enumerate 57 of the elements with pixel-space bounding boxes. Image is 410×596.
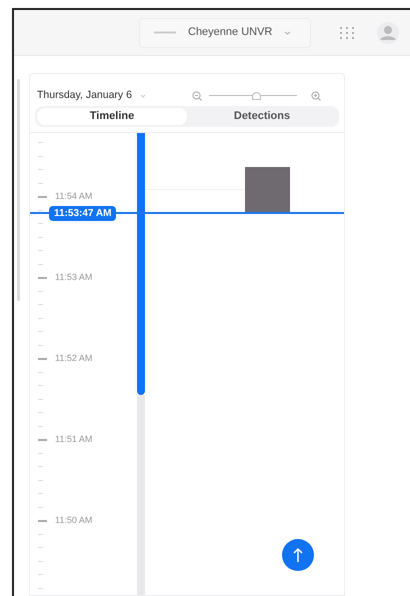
minor-tick xyxy=(38,331,43,332)
avatar-icon[interactable] xyxy=(377,22,399,44)
minor-tick xyxy=(38,426,43,427)
zoom-out-icon[interactable] xyxy=(192,90,202,101)
minor-tick xyxy=(38,480,43,481)
time-label: 11:50 AM xyxy=(55,514,92,527)
arrow-up-icon xyxy=(293,547,303,563)
chevron-down-icon xyxy=(140,94,146,98)
tab[interactable]: Timeline xyxy=(37,108,187,125)
minor-tick xyxy=(38,182,43,184)
app-grid-icon[interactable] xyxy=(339,26,355,40)
minor-tick xyxy=(38,412,43,414)
time-label: 11:51 AM xyxy=(55,433,92,446)
date-picker[interactable]: Thursday, January 6 xyxy=(37,88,146,104)
slider-thumb[interactable] xyxy=(252,92,262,100)
minor-tick xyxy=(38,156,43,157)
minor-tick xyxy=(38,372,43,373)
minor-tick xyxy=(38,588,43,589)
minor-tick xyxy=(38,142,43,144)
minor-tick xyxy=(38,574,43,576)
current-time-badge: 11:53:47 AM xyxy=(49,206,116,221)
minor-tick xyxy=(38,169,43,170)
major-tick xyxy=(38,358,47,360)
minor-tick xyxy=(38,264,43,265)
minor-tick xyxy=(38,250,43,252)
minor-tick xyxy=(38,534,43,535)
time-label: 11:52 AM xyxy=(55,352,92,365)
minor-tick xyxy=(38,210,43,211)
minor-tick xyxy=(38,493,43,494)
minor-tick xyxy=(38,466,43,468)
minor-tick xyxy=(38,385,43,386)
minor-tick xyxy=(38,560,43,562)
minor-tick xyxy=(38,304,43,306)
minor-tick xyxy=(38,344,43,346)
minor-tick xyxy=(38,398,43,400)
scroll-up-button[interactable] xyxy=(282,539,314,571)
chevron-down-icon xyxy=(284,30,292,34)
minor-tick xyxy=(38,236,43,238)
minor-tick xyxy=(38,318,43,319)
zoom-in-icon[interactable] xyxy=(310,90,321,101)
major-tick xyxy=(38,520,47,522)
major-tick xyxy=(38,196,47,198)
minor-tick xyxy=(38,290,43,292)
device-selector[interactable]: Cheyenne UNVR xyxy=(139,18,311,48)
time-label: 11:54 AM xyxy=(55,190,92,203)
minor-tick xyxy=(38,452,43,454)
major-tick xyxy=(38,438,47,441)
scrollbar[interactable] xyxy=(17,79,20,301)
zoom-slider[interactable] xyxy=(208,92,297,100)
minor-tick xyxy=(38,547,43,548)
major-tick xyxy=(38,276,47,279)
minor-tick xyxy=(38,506,43,508)
minor-tick xyxy=(38,223,43,224)
tab[interactable]: Detections xyxy=(187,108,337,125)
time-label: 11:53 AM xyxy=(55,271,92,284)
device-icon xyxy=(154,31,176,34)
camera-thumbnail[interactable] xyxy=(245,167,290,212)
